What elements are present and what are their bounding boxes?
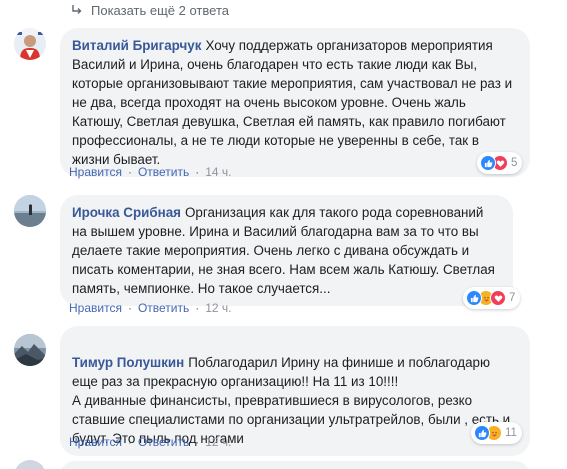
- show-more-replies-link[interactable]: Показать ещё 2 ответа: [71, 0, 229, 20]
- comment-actions: Нравится · Ответить · 12 ч.: [69, 301, 232, 315]
- reply-arrow-icon: [71, 4, 83, 16]
- avatar[interactable]: [14, 334, 46, 366]
- reaction-count: 11: [505, 427, 517, 439]
- like-icon: [474, 425, 490, 441]
- reaction-summary[interactable]: 5: [477, 152, 523, 174]
- comment-text: Хочу поддержать организаторов мероприяти…: [72, 38, 513, 167]
- like-icon: [466, 290, 482, 306]
- avatar[interactable]: [14, 28, 46, 60]
- like-icon: [480, 155, 496, 171]
- like-link[interactable]: Нравится: [69, 435, 122, 449]
- like-link[interactable]: Нравится: [69, 301, 122, 315]
- reaction-summary[interactable]: 11: [471, 422, 522, 444]
- comment-actions: Нравится · Ответить · 12 ч.: [69, 435, 232, 449]
- like-link[interactable]: Нравится: [69, 165, 122, 179]
- comment-author[interactable]: Ирочка Срибная: [72, 205, 181, 220]
- comment-actions: Нравится · Ответить · 14 ч.: [69, 165, 232, 179]
- show-more-replies-label[interactable]: Показать ещё 2 ответа: [91, 3, 229, 18]
- comment-timestamp[interactable]: 14 ч.: [205, 165, 231, 179]
- comment-timestamp[interactable]: 12 ч.: [205, 301, 231, 315]
- reaction-summary[interactable]: 7: [463, 287, 521, 309]
- reply-link[interactable]: Ответить: [138, 435, 189, 449]
- comment-bubble: Виталий Бригарчук Хочу поддержать организ…: [60, 28, 530, 177]
- avatar[interactable]: [14, 460, 46, 469]
- reply-link[interactable]: Ответить: [138, 165, 189, 179]
- love-icon: [490, 290, 506, 306]
- comment-author[interactable]: Тимур Полушкин: [72, 355, 184, 370]
- comment-author[interactable]: Виталий Бригарчук: [72, 38, 201, 53]
- reply-link[interactable]: Ответить: [138, 301, 189, 315]
- reaction-count: 5: [511, 157, 518, 169]
- avatar[interactable]: [14, 195, 46, 227]
- comment-bubble: [60, 461, 530, 469]
- comment-timestamp[interactable]: 12 ч.: [205, 435, 231, 449]
- comment-bubble: Ирочка Срибная Организация как для такого…: [60, 195, 513, 306]
- reaction-count: 7: [509, 292, 516, 304]
